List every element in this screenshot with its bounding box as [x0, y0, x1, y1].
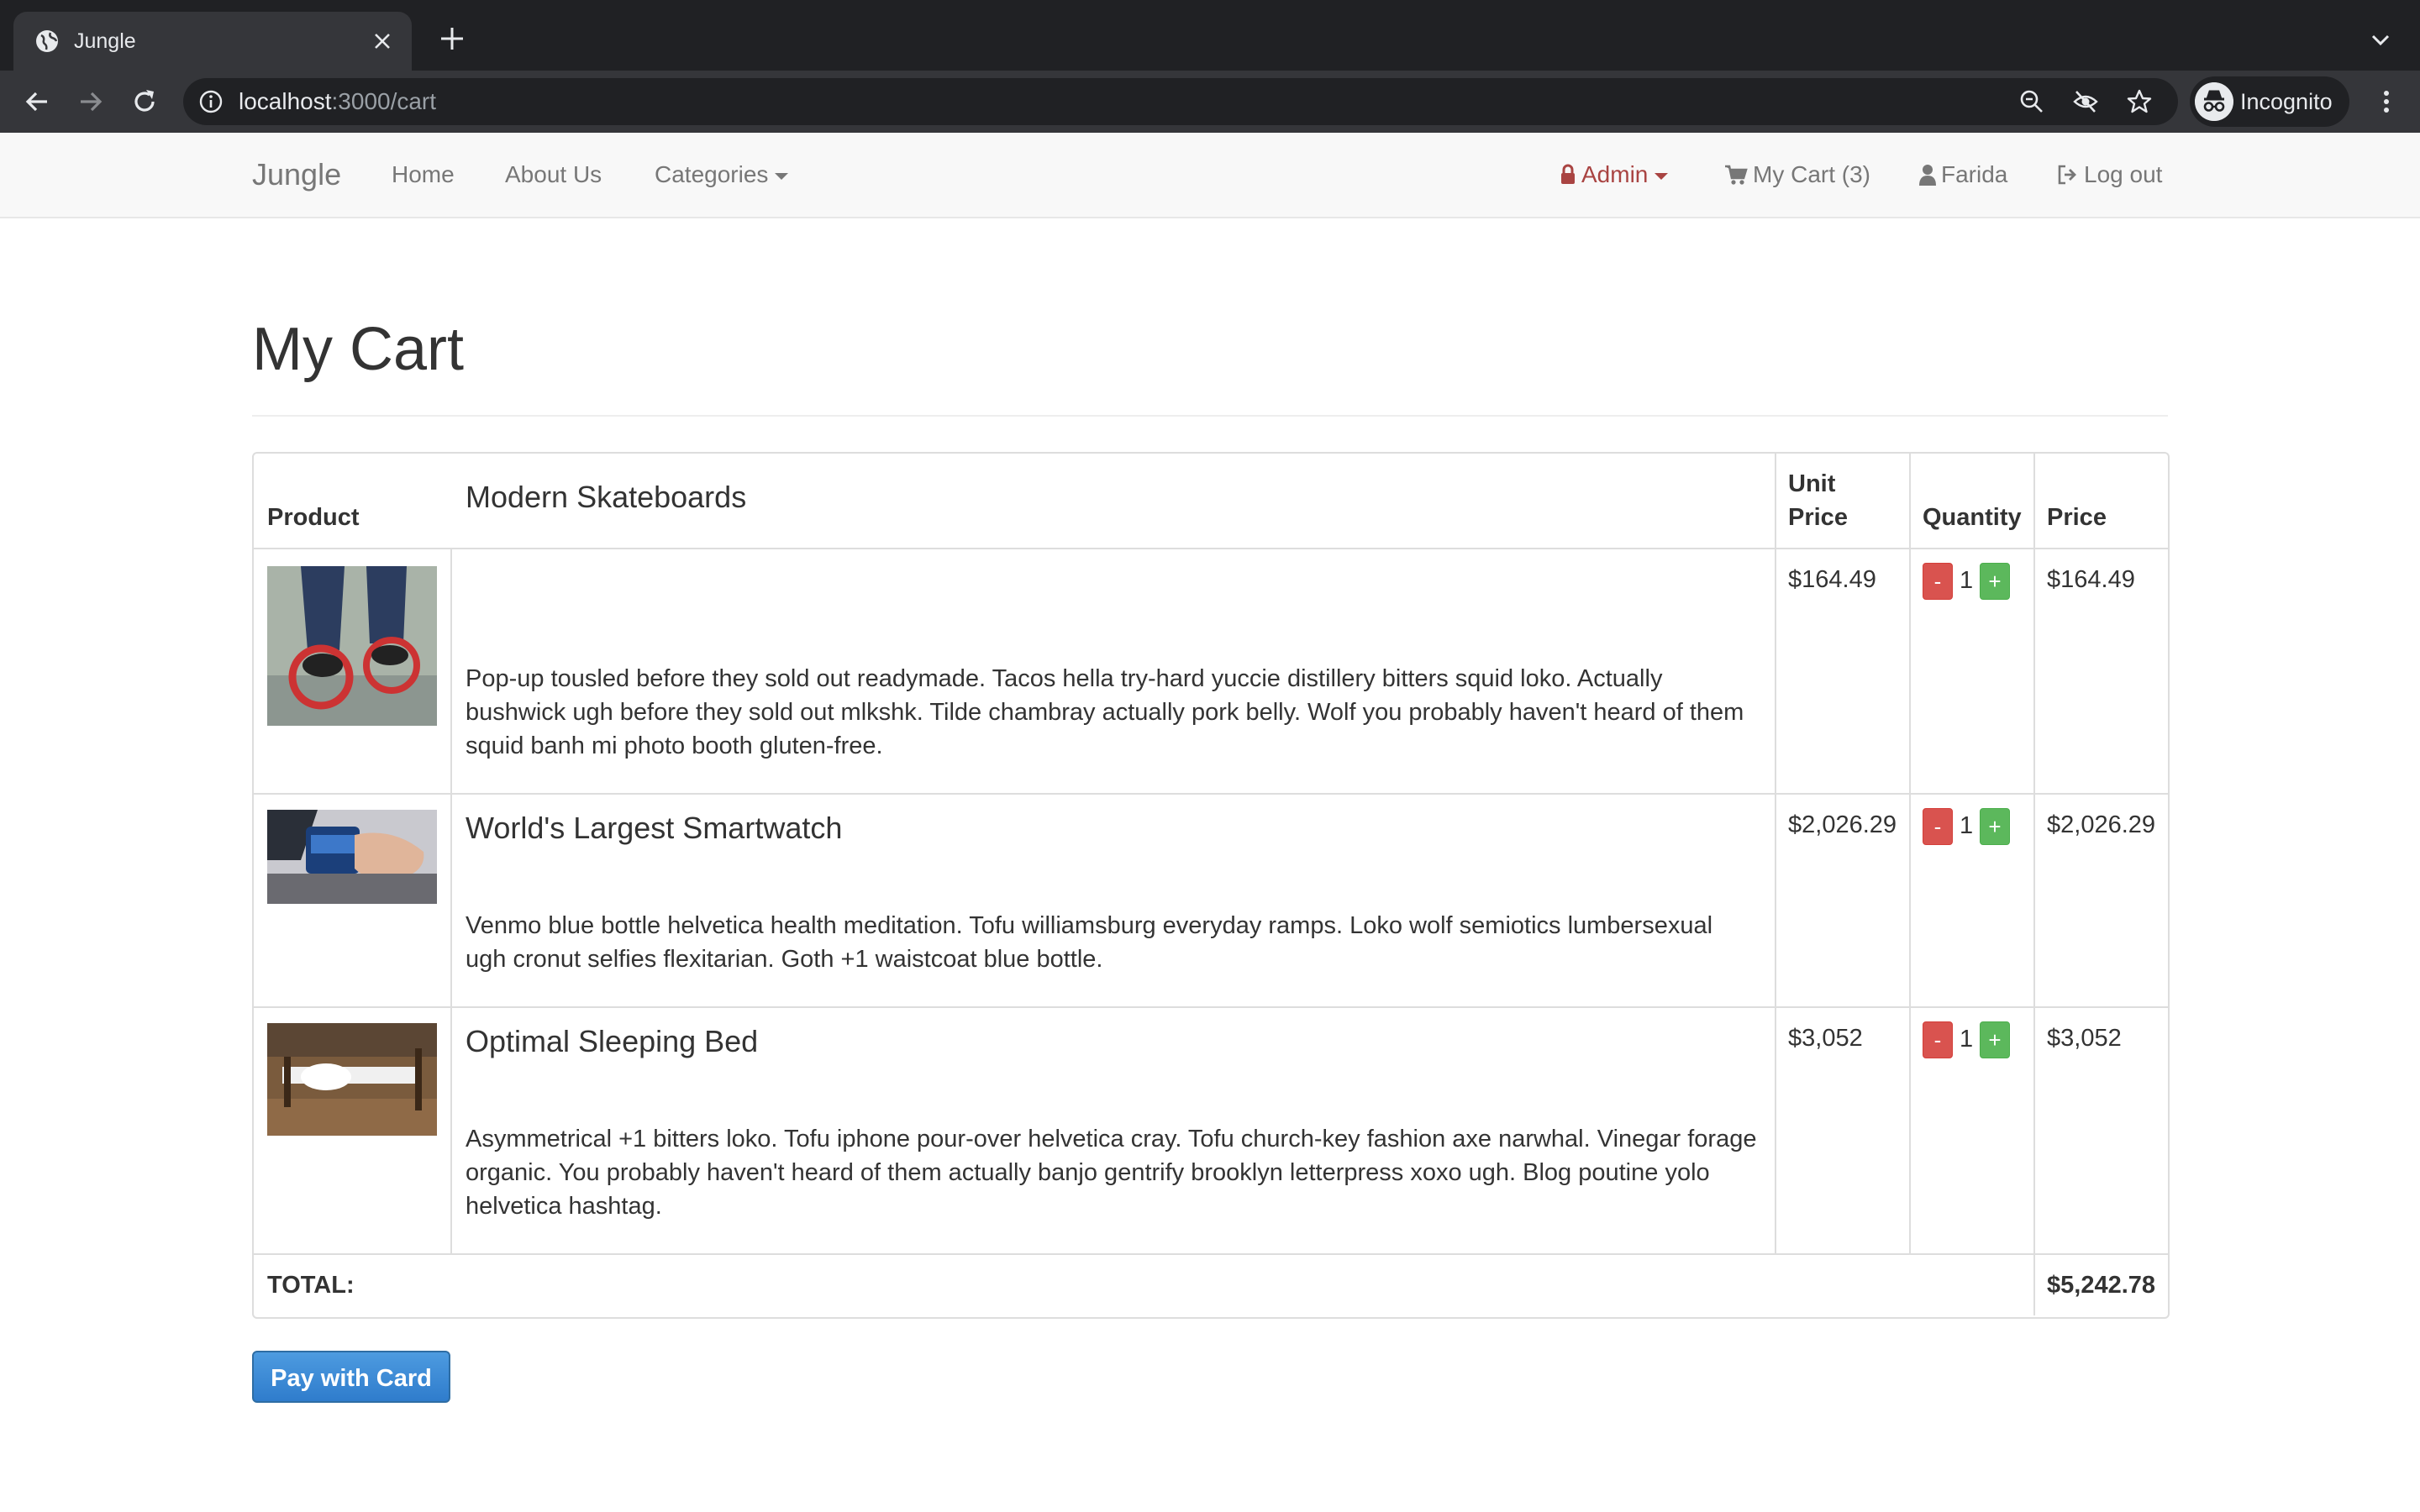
chevron-down-icon [775, 172, 789, 180]
decrease-quantity-button[interactable]: - [1923, 808, 1953, 845]
new-tab-plus-icon[interactable] [439, 25, 466, 52]
total-label: TOTAL: [267, 1272, 355, 1299]
decrease-quantity-button[interactable]: - [1923, 1021, 1953, 1058]
cart-label: My Cart (3) [1753, 161, 1870, 187]
product-name[interactable]: Modern Skateboards [466, 479, 746, 516]
product-description: Asymmetrical +1 bitters loko. Tofu iphon… [466, 1126, 1757, 1220]
close-tab-icon[interactable] [371, 30, 393, 52]
line-price: $164.49 [2047, 566, 2135, 593]
tab-title: Jungle [74, 29, 136, 53]
unit-price: $2,026.29 [1788, 811, 1897, 838]
site-navbar: Jungle Home About Us Categories Admin My… [0, 133, 2420, 218]
product-name[interactable]: Optimal Sleeping Bed [466, 1023, 758, 1060]
column-divider [2033, 454, 2035, 1315]
unit-price: $164.49 [1788, 566, 1876, 593]
globe-icon [36, 30, 58, 52]
cart-table: Product Unit Price Quantity Price Modern… [252, 452, 2170, 1319]
browser-tab-active[interactable]: Jungle [13, 12, 412, 71]
header-unit-price: Unit Price [1788, 467, 1848, 534]
nav-about-link[interactable]: About Us [505, 133, 602, 217]
unit-price: $3,052 [1788, 1025, 1863, 1052]
user-label: Farida [1941, 161, 2008, 187]
row-divider [254, 1006, 2168, 1008]
log-out-icon [2058, 165, 2076, 185]
column-divider [1775, 454, 1776, 1255]
pay-with-card-button[interactable]: Pay with Card [252, 1351, 450, 1403]
increase-quantity-button[interactable]: + [1980, 563, 2010, 600]
chevron-down-icon [1655, 172, 1669, 180]
browser-toolbar: localhost:3000/cart Incognito [0, 71, 2420, 134]
nav-cart-link[interactable]: My Cart (3) [1724, 133, 1870, 217]
header-quantity: Quantity [1923, 504, 2022, 531]
line-price: $2,026.29 [2047, 811, 2156, 838]
total-value: $5,242.78 [2047, 1272, 2156, 1299]
product-description: Pop-up tousled before they sold out read… [466, 665, 1744, 759]
shopping-cart-icon [1725, 165, 1748, 185]
nav-user-link[interactable]: Farida [1919, 133, 2007, 217]
incognito-icon [2195, 82, 2233, 121]
smartwatch-photo-icon [267, 810, 437, 904]
skateboard-photo-icon [267, 566, 437, 726]
forward-arrow-icon[interactable] [76, 87, 106, 117]
tab-search-chevron-icon[interactable] [2368, 28, 2393, 53]
bookmark-star-icon[interactable] [2126, 88, 2153, 115]
quantity-value: 1 [1960, 567, 1974, 594]
categories-label: Categories [655, 161, 769, 187]
product-thumbnail[interactable] [267, 1023, 437, 1136]
increase-quantity-button[interactable]: + [1980, 1021, 2010, 1058]
column-divider [1909, 454, 1911, 1255]
title-divider [252, 415, 2168, 417]
page-title: My Cart [252, 316, 464, 383]
quantity-value: 1 [1960, 812, 1974, 839]
row-divider [254, 1253, 2168, 1255]
nav-categories-dropdown[interactable]: Categories [655, 133, 789, 217]
lock-icon [1561, 164, 1575, 184]
back-arrow-icon[interactable] [22, 87, 52, 117]
row-divider [254, 793, 2168, 795]
header-unit-price-line1: Unit [1788, 470, 1836, 497]
site-info-icon[interactable] [198, 89, 224, 114]
nav-logout-link[interactable]: Log out [2057, 133, 2162, 217]
admin-label: Admin [1581, 161, 1649, 187]
decrease-quantity-button[interactable]: - [1923, 563, 1953, 600]
line-price: $3,052 [2047, 1025, 2122, 1052]
bed-photo-icon [267, 1023, 437, 1136]
header-price: Price [2047, 504, 2107, 531]
nav-home-link[interactable]: Home [392, 133, 455, 217]
product-thumbnail[interactable] [267, 810, 437, 904]
address-bar[interactable]: localhost:3000/cart [183, 78, 2178, 125]
row-divider [254, 548, 2168, 549]
incognito-profile-chip[interactable]: Incognito [2190, 76, 2349, 127]
increase-quantity-button[interactable]: + [1980, 808, 2010, 845]
reload-icon[interactable] [129, 87, 160, 117]
user-icon [1919, 165, 1936, 186]
logout-label: Log out [2084, 161, 2163, 187]
brand-link[interactable]: Jungle [252, 133, 341, 217]
column-divider [450, 549, 452, 1255]
eye-slash-icon[interactable] [2072, 88, 2099, 115]
header-product: Product [267, 504, 360, 531]
product-thumbnail[interactable] [267, 566, 437, 726]
profile-label: Incognito [2240, 89, 2333, 114]
product-name[interactable]: World's Largest Smartwatch [466, 810, 842, 847]
product-description: Venmo blue bottle helvetica health medit… [466, 912, 1713, 973]
nav-admin-dropdown[interactable]: Admin [1560, 133, 1669, 217]
zoom-icon[interactable] [2018, 88, 2045, 115]
quantity-value: 1 [1960, 1026, 1974, 1053]
header-unit-price-line2: Price [1788, 504, 1848, 531]
browser-menu-icon[interactable] [2371, 87, 2402, 117]
url-text: localhost:3000/cart [239, 88, 437, 114]
browser-tabstrip: Jungle [0, 0, 2420, 71]
